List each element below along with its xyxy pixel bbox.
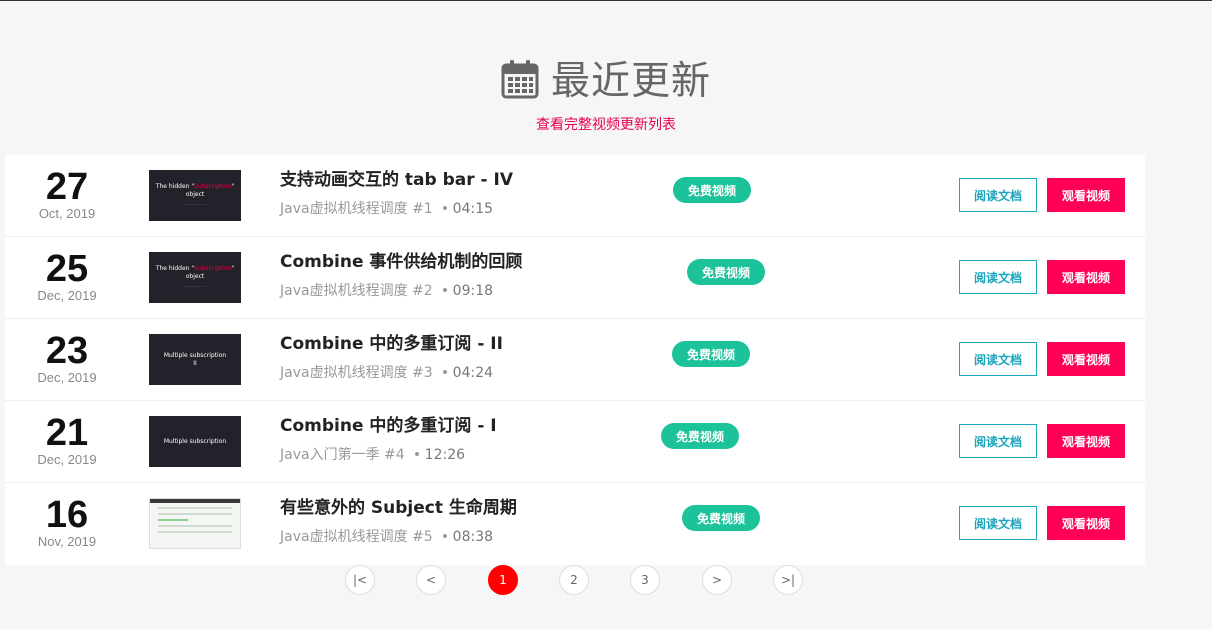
video-duration: 12:26 [424,447,466,463]
date-day: 16 [45,494,89,536]
pagination: |< < 1 2 3 > >| [0,565,1212,597]
read-docs-button[interactable]: 阅读文档 [959,506,1037,540]
video-series: Java虚拟机线程调度 #3 [280,365,433,381]
thumbnail-screen-line [158,525,232,527]
thumbnail-caption: Multiple subscription [163,437,227,445]
read-docs-button[interactable]: 阅读文档 [959,178,1037,212]
free-video-badge: 免费视频 [672,341,750,367]
video-meta: Java虚拟机线程调度 #3 04:24 [280,364,503,382]
video-thumbnail[interactable]: The hidden "Subscription" object ───────… [149,170,241,221]
date-block: 27 Oct, 2019 [27,167,107,221]
prev-page-button[interactable]: < [416,565,446,595]
full-video-list-link[interactable]: 查看完整视频更新列表 [0,114,1212,134]
date-month-year: Dec, 2019 [37,370,97,385]
video-series: Java虚拟机线程调度 #1 [280,201,433,217]
last-page-button[interactable]: >| [773,565,803,595]
watch-video-button[interactable]: 观看视频 [1047,342,1125,376]
video-series: Java虚拟机线程调度 #5 [280,529,433,545]
video-info: Combine 中的多重订阅 - II Java虚拟机线程调度 #3 04:24 [280,333,503,382]
thumbnail-caption: Multiple subscription [163,351,227,359]
date-block: 23 Dec, 2019 [27,331,107,385]
date-block: 25 Dec, 2019 [27,249,107,303]
watch-video-button[interactable]: 观看视频 [1047,260,1125,294]
section-header: 最近更新 [0,48,1212,108]
free-video-badge: 免费视频 [682,505,760,531]
first-page-button[interactable]: |< [345,565,375,595]
watch-video-button[interactable]: 观看视频 [1047,424,1125,458]
video-title[interactable]: Combine 中的多重订阅 - I [280,415,497,437]
thumbnail-screen-bar [150,499,240,503]
date-month-year: Dec, 2019 [37,288,97,303]
video-thumbnail[interactable]: Multiple subscription [149,416,241,467]
video-duration: 04:15 [452,201,494,217]
video-meta: Java虚拟机线程调度 #1 04:15 [280,200,513,218]
read-docs-button[interactable]: 阅读文档 [959,424,1037,458]
video-duration: 04:24 [452,365,494,381]
video-series: Java入门第一季 #4 [280,447,405,463]
thumbnail-caption: The hidden "Subscription" object [155,182,235,198]
page-button-2[interactable]: 2 [559,565,589,595]
video-meta: Java虚拟机线程调度 #2 09:18 [280,282,522,300]
video-duration: 08:38 [452,529,494,545]
free-video-badge: 免费视频 [687,259,765,285]
list-item: 16 Nov, 2019 有些意外的 Subject 生命周期 Java虚拟机线… [5,483,1145,565]
thumbnail-screen-line [158,519,188,521]
video-info: Combine 中的多重订阅 - I Java入门第一季 #4 12:26 [280,415,497,464]
video-thumbnail[interactable]: The hidden "Subscription" object ───────… [149,252,241,303]
separator-dot [442,533,447,538]
date-month-year: Oct, 2019 [38,206,96,221]
read-docs-button[interactable]: 阅读文档 [959,342,1037,376]
calendar-icon [501,60,539,99]
thumbnail-screen-line [158,513,232,515]
video-title[interactable]: 支持动画交互的 tab bar - IV [280,169,513,191]
date-block: 16 Nov, 2019 [27,495,107,549]
date-month-year: Dec, 2019 [37,452,97,467]
video-info: 有些意外的 Subject 生命周期 Java虚拟机线程调度 #5 08:38 [280,497,517,546]
video-meta: Java虚拟机线程调度 #5 08:38 [280,528,517,546]
video-thumbnail[interactable] [149,498,241,549]
separator-dot [442,287,447,292]
date-day: 25 [45,248,89,290]
read-docs-button[interactable]: 阅读文档 [959,260,1037,294]
video-series: Java虚拟机线程调度 #2 [280,283,433,299]
page-button-1[interactable]: 1 [488,565,518,595]
date-day: 23 [45,330,89,372]
watch-video-button[interactable]: 观看视频 [1047,506,1125,540]
date-block: 21 Dec, 2019 [27,413,107,467]
video-info: Combine 事件供给机制的回顾 Java虚拟机线程调度 #2 09:18 [280,251,522,300]
separator-dot [442,369,447,374]
next-page-button[interactable]: > [702,565,732,595]
video-title[interactable]: Combine 事件供给机制的回顾 [280,251,522,273]
thumbnail-subline: ───────────── [183,202,207,207]
video-info: 支持动画交互的 tab bar - IV Java虚拟机线程调度 #1 04:15 [280,169,513,218]
list-item: 23 Dec, 2019 Multiple subscription II Co… [5,319,1145,401]
video-title[interactable]: 有些意外的 Subject 生命周期 [280,497,517,519]
free-video-badge: 免费视频 [673,177,751,203]
video-duration: 09:18 [452,283,494,299]
video-thumbnail[interactable]: Multiple subscription II [149,334,241,385]
video-list: 27 Oct, 2019 The hidden "Subscription" o… [5,155,1145,565]
separator-dot [442,205,447,210]
video-title[interactable]: Combine 中的多重订阅 - II [280,333,503,355]
top-border [0,0,1212,1]
free-video-badge: 免费视频 [661,423,739,449]
thumbnail-screen-line [158,507,232,509]
thumbnail-caption: The hidden "Subscription" object [155,264,235,280]
date-month-year: Nov, 2019 [37,534,97,549]
separator-dot [414,451,419,456]
page-title: 最近更新 [550,59,711,104]
thumbnail-subline: ───────────── [183,284,207,289]
thumbnail-screen-line [158,531,232,533]
date-day: 27 [45,166,89,208]
date-day: 21 [45,412,89,454]
thumbnail-caption-line2: II [193,359,197,367]
page-button-3[interactable]: 3 [630,565,660,595]
list-item: 21 Dec, 2019 Multiple subscription Combi… [5,401,1145,483]
video-meta: Java入门第一季 #4 12:26 [280,446,497,464]
list-item: 27 Oct, 2019 The hidden "Subscription" o… [5,155,1145,237]
list-item: 25 Dec, 2019 The hidden "Subscription" o… [5,237,1145,319]
watch-video-button[interactable]: 观看视频 [1047,178,1125,212]
